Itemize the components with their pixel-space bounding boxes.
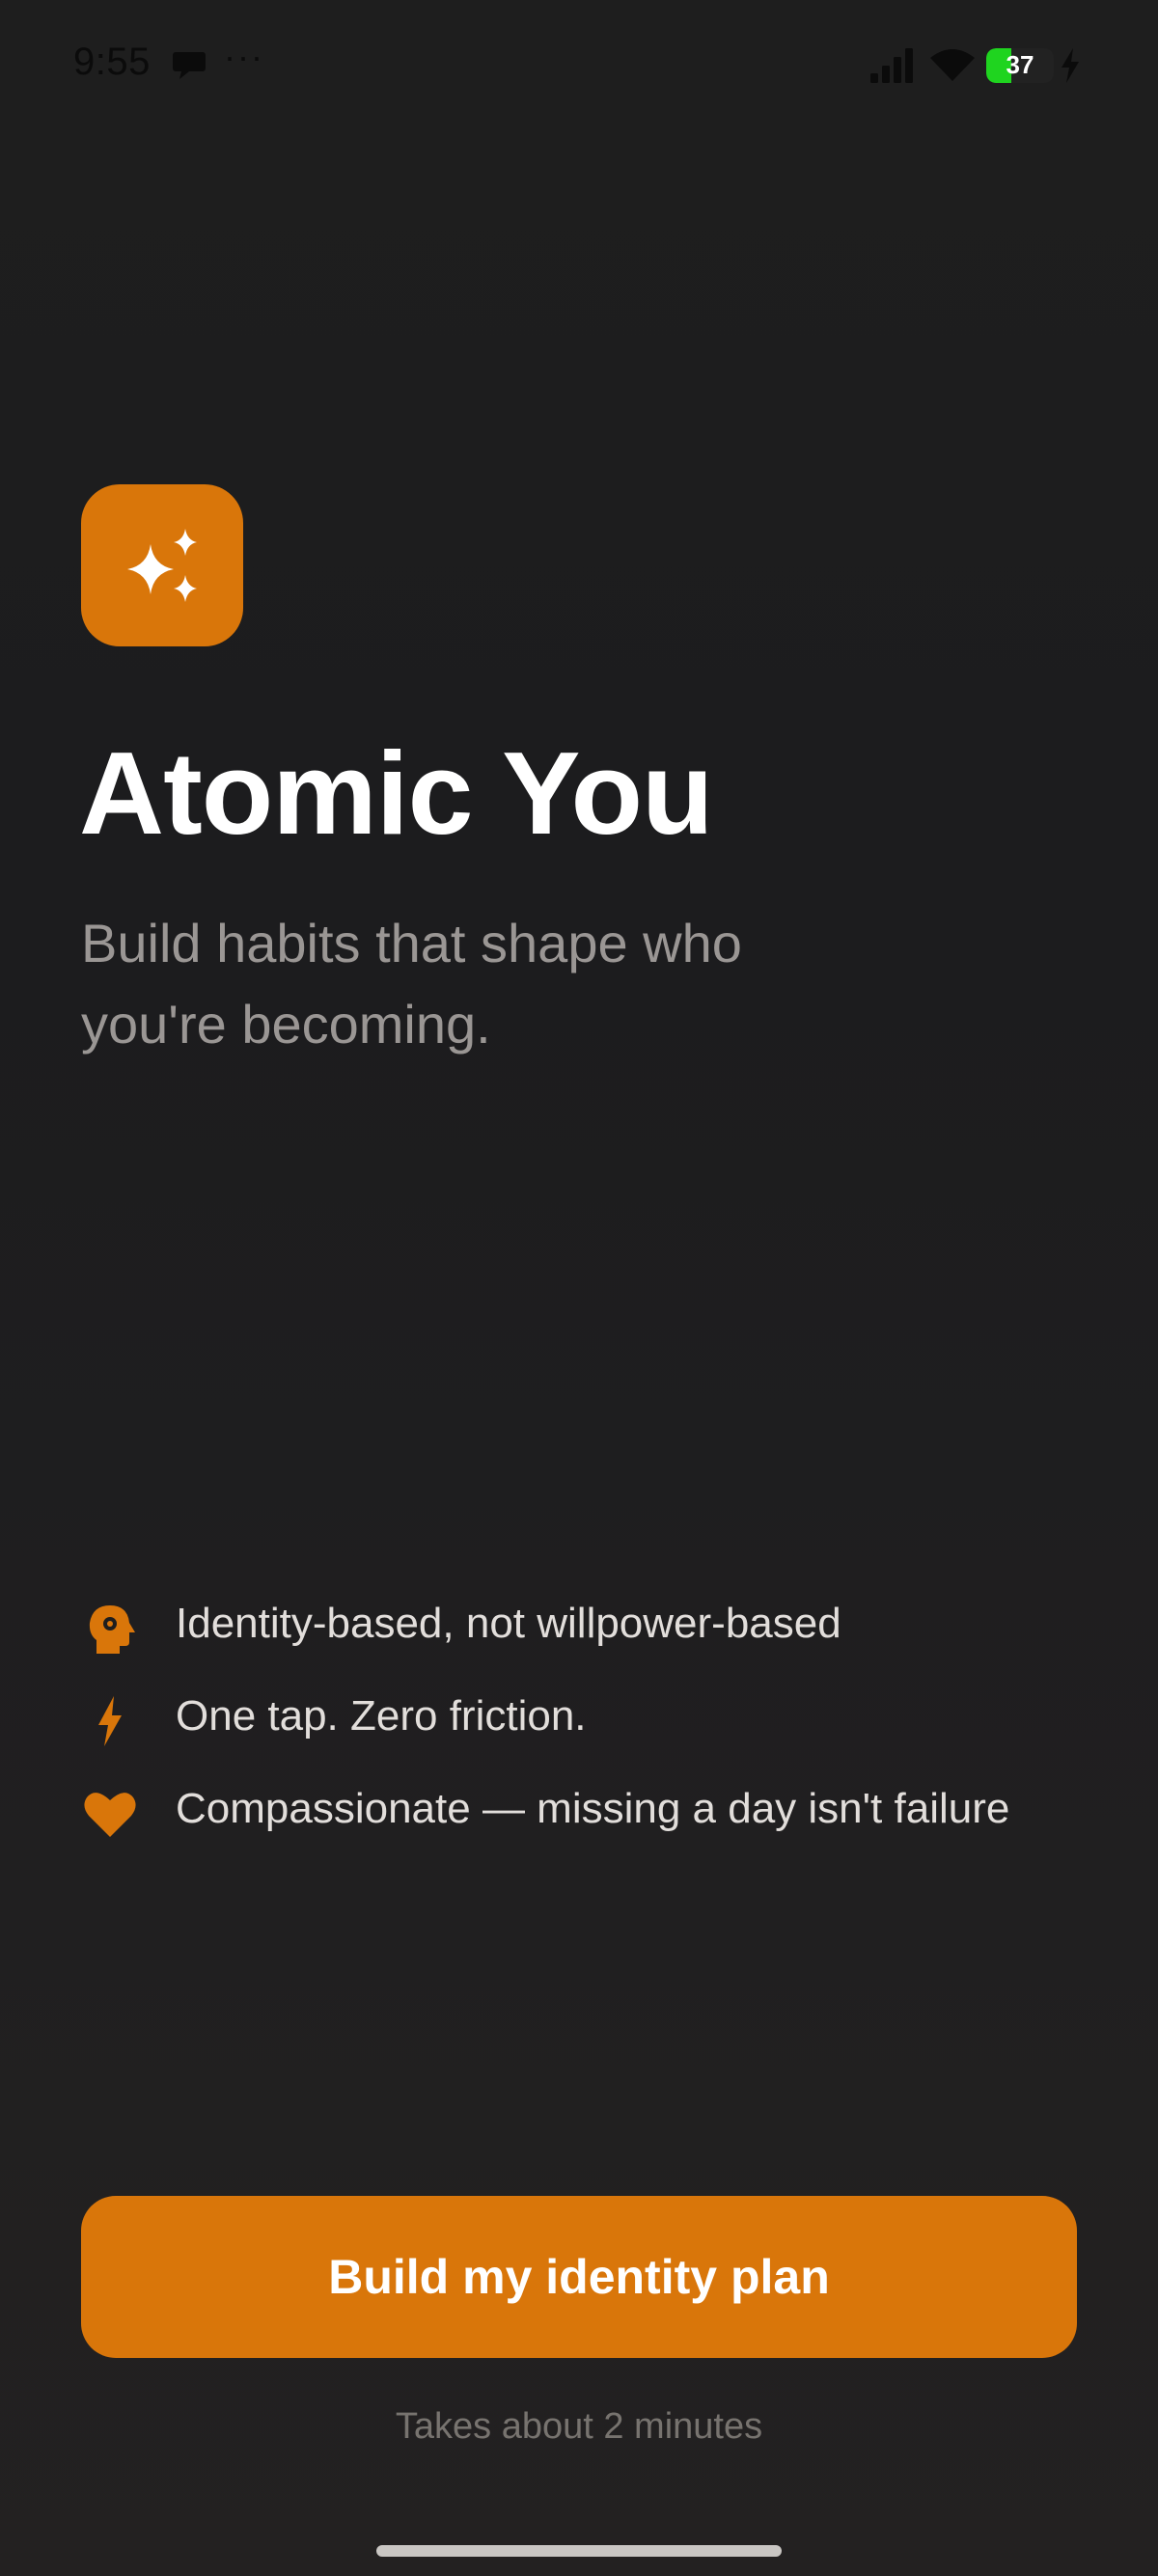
status-bar: 9:55 ··· 37 (0, 0, 1158, 135)
battery-icon: 37 (986, 48, 1054, 83)
app-subtitle: Build habits that shape who you're becom… (81, 913, 742, 1055)
home-indicator[interactable] (376, 2545, 782, 2557)
signal-icon (870, 48, 913, 83)
feature-item: Identity-based, not willpower-based (81, 1582, 1094, 1675)
feature-item: One tap. Zero friction. (81, 1675, 1094, 1768)
more-notifications-icon: ··· (224, 37, 264, 76)
head-gear-icon (89, 1605, 135, 1654)
battery-percent: 37 (1006, 50, 1034, 79)
feature-text: One tap. Zero friction. (176, 1692, 587, 1740)
bolt-icon (98, 1696, 122, 1746)
heart-icon (84, 1793, 136, 1837)
charging-icon (1062, 48, 1079, 83)
status-time: 9:55 (73, 41, 151, 83)
feature-list: Identity-based, not willpower-based One … (81, 1582, 1094, 1860)
chat-bubble-icon (173, 52, 206, 79)
feature-text: Identity-based, not willpower-based (176, 1600, 841, 1647)
feature-text: Compassionate — missing a day isn't fail… (176, 1785, 1010, 1832)
time-estimate: Takes about 2 minutes (395, 2406, 763, 2447)
wifi-icon (930, 49, 975, 81)
app-logo (81, 484, 243, 646)
app-title: Atomic You (79, 727, 714, 859)
build-plan-button[interactable]: Build my identity plan (81, 2196, 1077, 2358)
feature-item: Compassionate — missing a day isn't fail… (81, 1768, 1094, 1860)
sparkles-icon (127, 529, 197, 602)
